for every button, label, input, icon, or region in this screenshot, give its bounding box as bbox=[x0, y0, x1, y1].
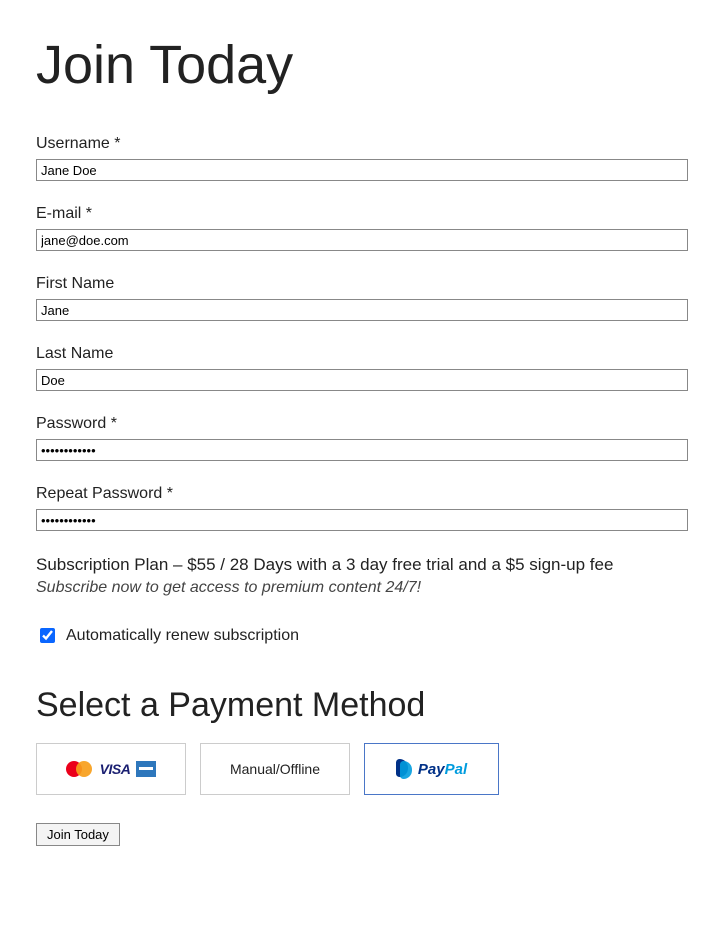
auto-renew-row: Automatically renew subscription bbox=[36, 625, 688, 646]
page-title: Join Today bbox=[36, 36, 688, 95]
visa-icon: VISA bbox=[100, 761, 131, 777]
payment-methods: VISA Manual/Offline PayPal bbox=[36, 743, 688, 795]
payment-section-title: Select a Payment Method bbox=[36, 686, 688, 725]
email-input[interactable] bbox=[36, 229, 688, 251]
payment-option-paypal[interactable]: PayPal bbox=[364, 743, 499, 795]
paypal-label: PayPal bbox=[418, 761, 467, 778]
last-name-field-wrapper: Last Name bbox=[36, 345, 688, 391]
username-label: Username * bbox=[36, 135, 688, 153]
auto-renew-label: Automatically renew subscription bbox=[66, 627, 299, 645]
manual-offline-label: Manual/Offline bbox=[230, 761, 320, 777]
subscription-plan-subtitle: Subscribe now to get access to premium c… bbox=[36, 579, 688, 597]
auto-renew-checkbox[interactable] bbox=[40, 628, 55, 643]
first-name-input[interactable] bbox=[36, 299, 688, 321]
email-field-wrapper: E-mail * bbox=[36, 205, 688, 251]
password-label: Password * bbox=[36, 415, 688, 433]
repeat-password-label: Repeat Password * bbox=[36, 485, 688, 503]
subscription-plan-text: Subscription Plan – $55 / 28 Days with a… bbox=[36, 555, 688, 575]
first-name-field-wrapper: First Name bbox=[36, 275, 688, 321]
last-name-input[interactable] bbox=[36, 369, 688, 391]
repeat-password-field-wrapper: Repeat Password * bbox=[36, 485, 688, 531]
password-field-wrapper: Password * bbox=[36, 415, 688, 461]
payment-option-cards[interactable]: VISA bbox=[36, 743, 186, 795]
payment-option-manual[interactable]: Manual/Offline bbox=[200, 743, 350, 795]
join-today-button[interactable]: Join Today bbox=[36, 823, 120, 846]
amex-icon bbox=[136, 761, 156, 777]
first-name-label: First Name bbox=[36, 275, 688, 293]
paypal-icon bbox=[396, 759, 414, 779]
mastercard-icon bbox=[66, 760, 94, 778]
password-input[interactable] bbox=[36, 439, 688, 461]
username-input[interactable] bbox=[36, 159, 688, 181]
username-field-wrapper: Username * bbox=[36, 135, 688, 181]
last-name-label: Last Name bbox=[36, 345, 688, 363]
email-label: E-mail * bbox=[36, 205, 688, 223]
repeat-password-input[interactable] bbox=[36, 509, 688, 531]
